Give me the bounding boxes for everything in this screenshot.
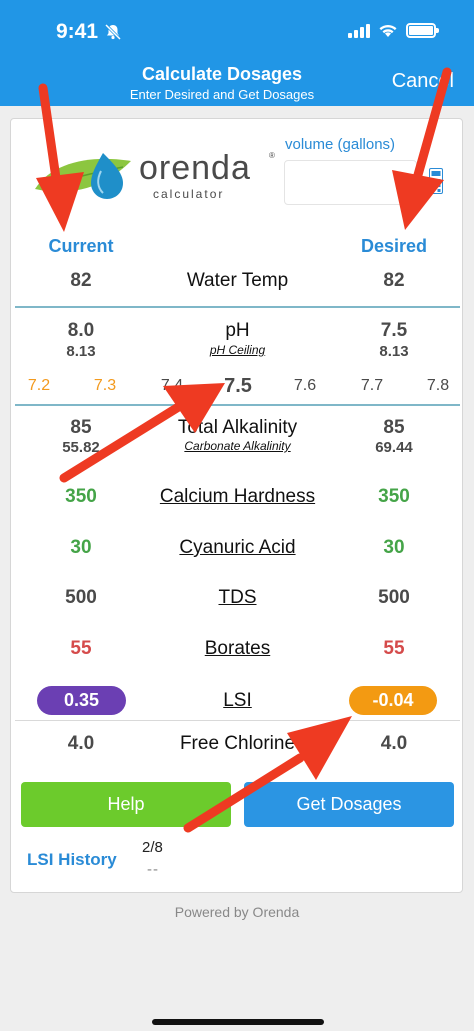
borates-label[interactable]: Borates <box>121 638 354 660</box>
divider <box>15 306 460 308</box>
divider <box>15 404 460 406</box>
cancel-button[interactable]: Cancel <box>392 70 454 93</box>
status-time: 9:41 <box>56 20 99 43</box>
ph-option-7-8[interactable]: 7.8 <box>418 377 458 395</box>
borates-desired[interactable]: 55 <box>324 638 464 660</box>
alkalinity-label: Total Alkalinity <box>177 417 298 438</box>
battery-icon <box>406 22 439 38</box>
lsi-history-value: -- <box>147 861 159 878</box>
page-title: Calculate Dosages <box>141 64 303 84</box>
ph-option-7-3[interactable]: 7.3 <box>85 377 125 395</box>
carbonate-alkalinity-link[interactable]: Carbonate Alkalinity <box>121 439 354 453</box>
cellular-signal-icon <box>348 22 370 38</box>
ph-ceiling-link[interactable]: pH Ceiling <box>121 343 354 357</box>
tds-desired[interactable]: 500 <box>324 587 464 609</box>
volume-input[interactable] <box>284 160 417 205</box>
cyanuric-label[interactable]: Cyanuric Acid <box>121 537 354 559</box>
logo-registered-mark: ® <box>269 151 275 160</box>
wifi-icon <box>379 24 397 37</box>
get-dosages-button[interactable]: Get Dosages <box>244 782 454 827</box>
chlorine-label: Free Chlorine <box>179 733 296 754</box>
status-indicators <box>348 22 439 38</box>
lsi-history-count: 2/8 <box>142 839 163 856</box>
ph-option-7-6[interactable]: 7.6 <box>285 377 325 395</box>
lsi-current-badge: 0.35 <box>37 686 126 715</box>
alkalinity-desired[interactable]: 85 <box>324 417 464 439</box>
status-bar: 9:41 <box>0 0 474 60</box>
cyanuric-desired[interactable]: 30 <box>324 537 464 559</box>
help-button[interactable]: Help <box>21 782 231 827</box>
powered-by-footer: Powered by Orenda <box>174 904 300 920</box>
logo-wordmark: orenda <box>139 149 251 187</box>
ph-scale-selector: 7.2 7.3 7.4 7.5 7.6 7.7 7.8 <box>11 375 464 403</box>
home-indicator[interactable] <box>152 1019 324 1025</box>
water-temp-desired[interactable]: 82 <box>324 270 464 292</box>
calcium-desired[interactable]: 350 <box>324 486 464 508</box>
page-subtitle: Enter Desired and Get Dosages <box>129 87 315 102</box>
desired-column-header: Desired <box>360 236 428 256</box>
ph-option-7-4[interactable]: 7.4 <box>152 377 192 395</box>
nav-header: Calculate Dosages Enter Desired and Get … <box>0 60 474 106</box>
orenda-logo: orenda ® calculator <box>33 141 275 211</box>
calculator-card: orenda ® calculator volume (gallons) Cur… <box>10 118 463 893</box>
water-temp-label: Water Temp <box>186 270 289 291</box>
volume-label: volume (gallons) <box>285 136 396 153</box>
chlorine-desired[interactable]: 4.0 <box>324 733 464 755</box>
current-column-header: Current <box>48 236 114 256</box>
lsi-history-link[interactable]: LSI History <box>27 850 117 870</box>
calcium-label[interactable]: Calcium Hardness <box>121 486 354 508</box>
tds-label[interactable]: TDS <box>121 587 354 609</box>
calculator-icon[interactable] <box>429 168 443 194</box>
ph-desired-sub: 8.13 <box>379 343 409 360</box>
lsi-desired-badge: -0.04 <box>349 686 437 715</box>
ph-option-7-7[interactable]: 7.7 <box>352 377 392 395</box>
bell-slash-icon <box>104 23 122 41</box>
logo-subtitle: calculator <box>153 187 225 201</box>
ph-label: pH <box>225 320 250 341</box>
lsi-label[interactable]: LSI <box>121 690 354 712</box>
leaf-drop-logo-icon <box>35 153 131 199</box>
ph-option-7-5-selected[interactable]: 7.5 <box>218 375 258 398</box>
ph-desired[interactable]: 7.5 <box>324 320 464 342</box>
ph-option-7-2[interactable]: 7.2 <box>19 377 59 395</box>
divider <box>15 720 460 721</box>
alkalinity-desired-sub: 69.44 <box>375 439 413 456</box>
